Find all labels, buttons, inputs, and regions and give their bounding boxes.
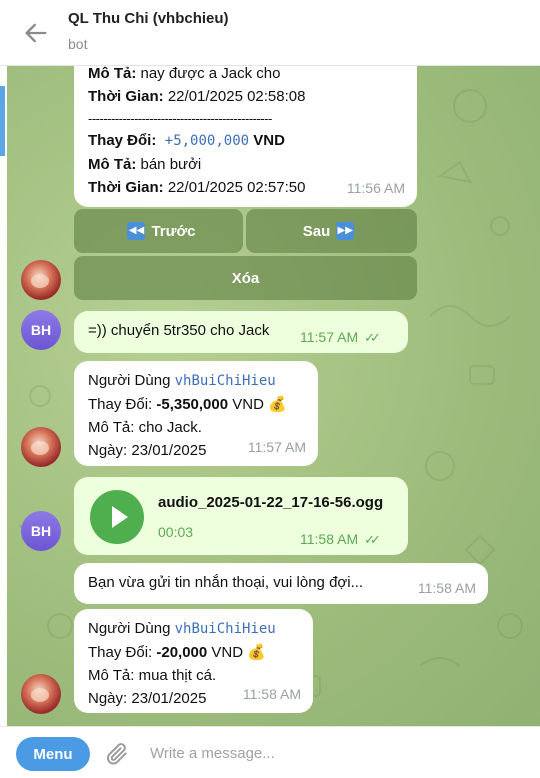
label: Người Dùng <box>88 620 175 637</box>
description-value: cho Jack. <box>138 419 202 436</box>
delete-button[interactable]: Xóa <box>74 256 417 300</box>
message-bubble[interactable]: =)) chuyển 5tr350 cho Jack 11:57 AM ✓✓ <box>74 311 408 353</box>
user-avatar[interactable]: BH <box>21 511 61 551</box>
time-value: 22/01/2025 02:57:50 <box>163 179 306 196</box>
description-value: bán bưởi <box>136 156 202 173</box>
message-bubble[interactable]: Người Dùng vhBuiChiHieu Thay Đổi: -5,350… <box>74 361 318 466</box>
sidebar-edge <box>0 66 7 726</box>
bot-avatar[interactable] <box>21 260 61 300</box>
message-time: 11:58 AM ✓✓ <box>300 528 381 551</box>
label: Thay Đổi: <box>88 644 157 661</box>
amount-value: -5,350,000 <box>156 396 229 413</box>
avatar-initials: BH <box>30 523 52 539</box>
label: Mô Tả: <box>88 667 139 684</box>
bot-avatar[interactable] <box>21 674 61 714</box>
message-bubble[interactable]: Mô Tả: nay được a Jack cho Thời Gian: 22… <box>74 66 417 207</box>
arrow-left-icon[interactable] <box>22 19 50 47</box>
currency: VND <box>207 644 248 661</box>
label: Thời Gian: <box>88 88 164 105</box>
double-check-icon: ✓✓ <box>364 330 381 345</box>
label: Mô Tả: <box>88 156 137 173</box>
username: vhBuiChiHieu <box>174 621 276 637</box>
prev-button[interactable]: ◀◀ Trước <box>74 209 243 253</box>
message-composer: Menu <box>0 726 540 778</box>
bot-avatar[interactable] <box>21 427 61 467</box>
label: Thay Đổi: <box>88 396 157 413</box>
currency: VND <box>228 396 269 413</box>
description-value: mua thịt cá. <box>138 667 217 684</box>
label: Ngày: <box>88 442 132 459</box>
audio-filename: audio_2025-01-22_17-16-56.ogg <box>158 494 384 511</box>
label: Mô Tả: <box>88 66 137 82</box>
description-value: nay được a Jack cho <box>136 66 281 82</box>
paperclip-icon[interactable] <box>104 740 130 768</box>
time-value: 22/01/2025 02:58:08 <box>163 88 306 105</box>
user-avatar[interactable]: BH <box>21 310 61 350</box>
message-time: 11:58 AM <box>242 686 301 702</box>
message-time: 11:58 AM <box>417 580 476 596</box>
scroll-indicator[interactable] <box>0 86 5 156</box>
avatar-initials: BH <box>30 322 52 338</box>
next-button[interactable]: Sau ▶▶ <box>246 209 417 253</box>
audio-duration: 00:03 <box>158 524 194 540</box>
chat-header: QL Thu Chi (vhbchieu) bot <box>0 0 540 66</box>
play-icon[interactable] <box>90 490 144 544</box>
message-text: =)) chuyển 5tr350 cho Jack <box>88 322 270 339</box>
message-bubble[interactable]: Người Dùng vhBuiChiHieu Thay Đổi: -20,00… <box>74 609 313 713</box>
message-list[interactable]: Mô Tả: nay được a Jack cho Thời Gian: 22… <box>0 66 540 726</box>
chat-subtitle: bot <box>68 36 88 52</box>
message-input[interactable] <box>150 738 520 768</box>
date-value: 23/01/2025 <box>131 442 207 459</box>
fast-forward-icon: ▶▶ <box>336 222 355 240</box>
currency: VND <box>249 132 285 149</box>
separator: ----------------------------------------… <box>88 111 272 126</box>
double-check-icon: ✓✓ <box>364 532 381 547</box>
amount-value: -20,000 <box>156 644 208 661</box>
rewind-icon: ◀◀ <box>127 222 146 240</box>
delete-label: Xóa <box>231 269 260 287</box>
money-bag-icon: 💰 <box>247 644 266 661</box>
message-time: 11:56 AM <box>346 180 405 196</box>
amount-value: +5,000,000 <box>156 133 250 149</box>
label: Ngày: <box>88 690 132 707</box>
prev-label: Trước <box>151 222 196 240</box>
message-text: Bạn vừa gửi tin nhắn thoại, vui lòng đợi… <box>88 574 364 591</box>
label: Người Dùng <box>88 372 175 389</box>
label: Mô Tả: <box>88 419 139 436</box>
next-label: Sau <box>302 222 331 240</box>
chat-title[interactable]: QL Thu Chi (vhbchieu) <box>68 10 229 27</box>
message-time: 11:57 AM <box>247 439 306 455</box>
message-bubble[interactable]: Bạn vừa gửi tin nhắn thoại, vui lòng đợi… <box>74 563 488 604</box>
label: Thay Đổi: <box>88 132 157 149</box>
menu-button[interactable]: Menu <box>16 737 90 771</box>
money-bag-icon: 💰 <box>268 396 287 413</box>
date-value: 23/01/2025 <box>131 690 207 707</box>
audio-message[interactable]: audio_2025-01-22_17-16-56.ogg 00:03 11:5… <box>74 477 408 555</box>
message-time: 11:57 AM ✓✓ <box>300 326 381 349</box>
label: Thời Gian: <box>88 179 164 196</box>
username: vhBuiChiHieu <box>174 373 276 389</box>
